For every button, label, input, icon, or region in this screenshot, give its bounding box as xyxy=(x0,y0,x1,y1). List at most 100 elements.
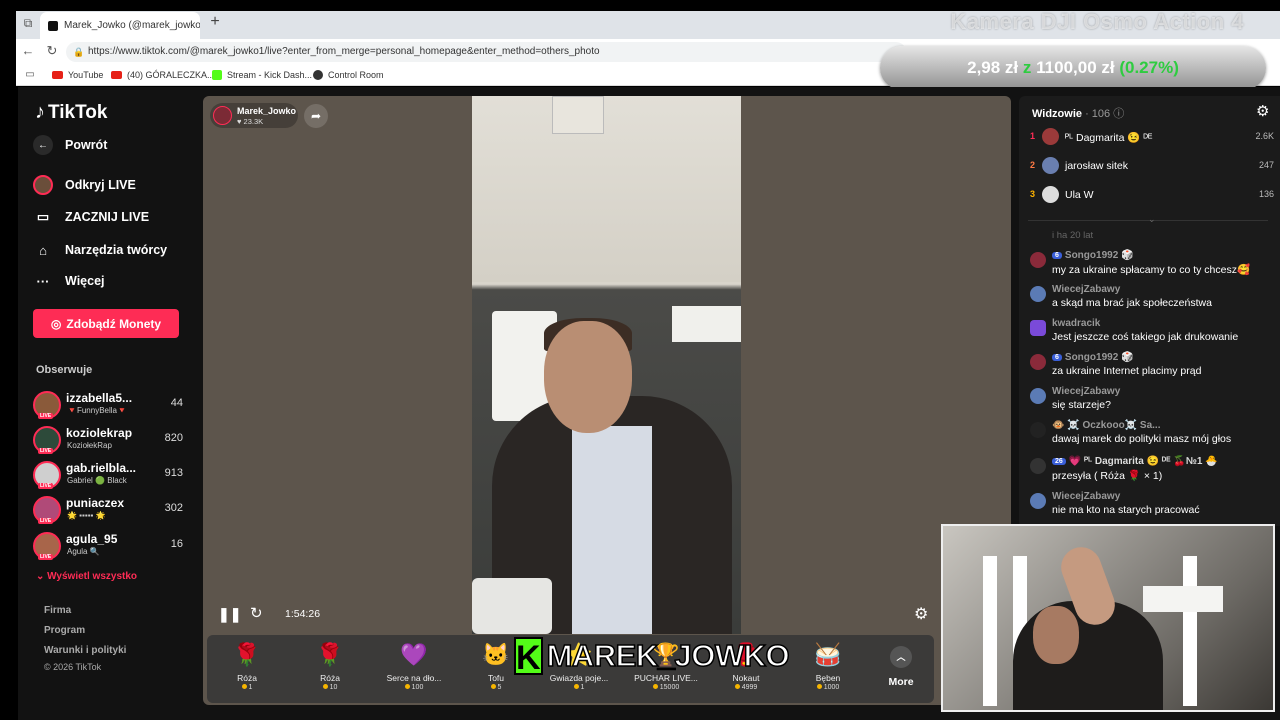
youtube-icon xyxy=(111,71,122,79)
new-tab-button[interactable]: + xyxy=(206,13,224,35)
avatar xyxy=(1030,286,1046,302)
following-item[interactable]: LIVE puniaczex 🌟 ▪▪▪▪▪ 🌟 302 xyxy=(33,494,183,526)
host-avatar[interactable] xyxy=(213,106,232,125)
following-item[interactable]: LIVE gab.rielbla... Gabriel 🟢 Black 913 xyxy=(33,459,183,491)
nav-discover-live[interactable]: Odkryj LIVE xyxy=(33,173,136,197)
tab-group-icon[interactable]: ⧉ xyxy=(20,16,36,32)
tiktok-logo[interactable]: ♪ TikTok xyxy=(35,101,107,124)
top-viewer-row[interactable]: 3 Ula W 136 xyxy=(1030,186,1278,206)
gift-item[interactable]: 💜 Serce na dło... 100 xyxy=(378,641,450,701)
top-viewer-row[interactable]: 1 ᴾᴸ Dagmarita 😉 ᴰᴱ 2.6K xyxy=(1030,128,1278,148)
viewer-count: 16 xyxy=(170,538,183,550)
get-coins-button[interactable]: ◎ Zdobądź Monety xyxy=(33,309,179,338)
chat-message[interactable]: kwadracik Jest jeszcze coś takiego jak dr… xyxy=(1030,318,1275,350)
heart-hands-icon: 💜 xyxy=(400,642,428,667)
following-item[interactable]: LIVE agula_95 Agula 🔍 16 xyxy=(33,530,183,562)
settings-gear-icon[interactable]: ⚙ xyxy=(914,604,928,624)
tiktok-note-icon: ♪ xyxy=(35,101,45,123)
chat-message[interactable]: WiecejZabawy się starzeje? xyxy=(1030,386,1275,418)
footer-terms-link[interactable]: Warunki i polityki xyxy=(44,645,126,656)
rose-icon: 🌹 xyxy=(316,642,344,667)
refresh-icon[interactable]: ↻ xyxy=(250,604,263,622)
chat-message[interactable]: 6 Songo1992 🎲 my za ukraine spłacamy to co… xyxy=(1030,250,1275,282)
coin-icon: ◎ xyxy=(50,316,62,331)
chat-message[interactable]: WiecejZabawy nie ma kto na starych pracow… xyxy=(1030,491,1275,523)
level-badge: 6 xyxy=(1052,252,1062,259)
browser-tab-active[interactable]: Marek_Jowko (@marek_jowko1) p✕ xyxy=(40,12,200,39)
avatar xyxy=(1030,320,1046,336)
panel-settings-gear-icon[interactable]: ⚙ xyxy=(1256,102,1269,120)
drum-icon: 🥁 xyxy=(814,642,842,667)
share-button[interactable]: ➦ xyxy=(304,104,328,128)
avatar xyxy=(1030,422,1046,438)
avatar xyxy=(1042,157,1059,174)
avatar xyxy=(1030,388,1046,404)
reading-list-icon[interactable]: ▭ xyxy=(22,67,38,83)
info-icon[interactable]: ⓘ xyxy=(1113,108,1124,120)
avatar xyxy=(1030,354,1046,370)
share-arrow-icon: ➦ xyxy=(310,109,322,123)
viewer-count: 44 xyxy=(170,397,183,409)
live-video[interactable] xyxy=(472,96,741,634)
site-info-icon[interactable]: 🔒 xyxy=(73,42,84,62)
expand-chevron-icon[interactable]: ⌄ xyxy=(1148,214,1156,225)
footer-program-link[interactable]: Program xyxy=(44,625,85,636)
control-room-icon xyxy=(313,70,323,80)
nav-more[interactable]: ··· Więcej xyxy=(33,269,105,293)
footer-company-link[interactable]: Firma xyxy=(44,605,71,616)
back-icon[interactable]: ← xyxy=(20,43,36,59)
gift-item[interactable]: 🌹 Róża 10 xyxy=(296,641,364,701)
following-item[interactable]: LIVE izzabella5... 🔻FunnyBella🔻 44 xyxy=(33,389,183,421)
live-timer: 1:54:26 xyxy=(285,608,321,620)
chat-message[interactable]: 🐵 ☠️ Oczkooo☠️ Sa... dawaj marek do polit… xyxy=(1030,420,1275,452)
host-name[interactable]: Marek_Jowko xyxy=(237,106,296,116)
kick-icon xyxy=(212,70,222,80)
pause-button[interactable]: ❚❚ xyxy=(218,606,241,623)
chat-faded-message: i ha 20 lat xyxy=(1052,230,1094,241)
home-tools-icon: ⌂ xyxy=(39,242,47,258)
following-item[interactable]: LIVE koziolekrap KoziołekRap 820 xyxy=(33,424,183,456)
bookmark-youtube[interactable]: YouTube xyxy=(52,67,103,83)
viewer-count: 913 xyxy=(164,467,183,479)
goal-percent: (0.27%) xyxy=(1119,58,1179,77)
live-badge: LIVE xyxy=(38,483,54,489)
top-viewer-row[interactable]: 2 jarosław sitek 247 xyxy=(1030,157,1278,177)
nav-back[interactable]: ← Powrót xyxy=(33,133,107,157)
avatar xyxy=(1030,493,1046,509)
goal-text: 2,98 zł z 1100,00 zł (0.27%) xyxy=(880,58,1266,78)
youtube-icon xyxy=(52,71,63,79)
goal-target: 1100,00 zł xyxy=(1036,58,1115,77)
bookmark-control-room[interactable]: Control Room xyxy=(313,67,384,83)
chat-message[interactable]: 6 Songo1992 🎲 za ukraine Internet placimy … xyxy=(1030,352,1275,384)
more-gifts-button[interactable]: ︿ More xyxy=(885,646,917,688)
bookmark-goraleczka[interactable]: (40) GÓRALECZKA... xyxy=(111,67,215,83)
show-all-link[interactable]: ⌄ Wyświetl wszystko xyxy=(36,571,137,582)
more-dots-icon: ··· xyxy=(36,273,50,289)
bookmark-kick-dashboard[interactable]: Stream - Kick Dash... xyxy=(212,67,312,83)
gift-box-icon xyxy=(1030,458,1046,474)
tiktok-favicon-icon xyxy=(48,20,58,31)
nav-start-live[interactable]: ▭ ZACZNIJ LIVE xyxy=(33,205,149,229)
chevron-down-icon: ⌄ xyxy=(36,571,48,582)
viewer-count: 820 xyxy=(164,432,183,444)
chevron-up-icon: ︿ xyxy=(890,646,912,668)
chat-gift-message[interactable]: 26 💗 ᴾᴸ Dagmarita 😉 ᴰᴱ 🍒№1 🐣 przesyła ( Ró… xyxy=(1030,456,1275,488)
copyright: © 2026 TikTok xyxy=(44,662,102,672)
viewers-heading: Widzowie · 106 ⓘ xyxy=(1032,108,1125,120)
chat-message[interactable]: WiecejZabawy a skąd ma brać jak społeczeń… xyxy=(1030,284,1275,316)
avatar xyxy=(1042,128,1059,145)
kick-channel-banner: K MAREK_JOWKO xyxy=(514,634,790,678)
nav-creator-tools[interactable]: ⌂ Narzędzia twórcy xyxy=(33,238,167,262)
gift-item[interactable]: 🌹 Róża 1 xyxy=(213,641,281,701)
reload-icon[interactable]: ↻ xyxy=(44,43,60,59)
goal-current: 2,98 zł xyxy=(967,58,1019,77)
host-likes: ♥ 23.3K xyxy=(237,117,264,126)
rose-icon: 🌹 xyxy=(233,642,261,667)
tab-title: Marek_Jowko (@marek_jowko1) p xyxy=(64,20,200,31)
address-bar[interactable]: 🔒 https://www.tiktok.com/@marek_jowko1/li… xyxy=(66,42,906,62)
kick-channel-name: MAREK_JOWKO xyxy=(546,637,791,674)
gift-item[interactable]: 🥁 Bęben 1000 xyxy=(794,641,862,701)
url-text: https://www.tiktok.com/@marek_jowko1/liv… xyxy=(88,46,600,57)
webcam-overlay xyxy=(941,524,1275,712)
avatar xyxy=(1030,252,1046,268)
